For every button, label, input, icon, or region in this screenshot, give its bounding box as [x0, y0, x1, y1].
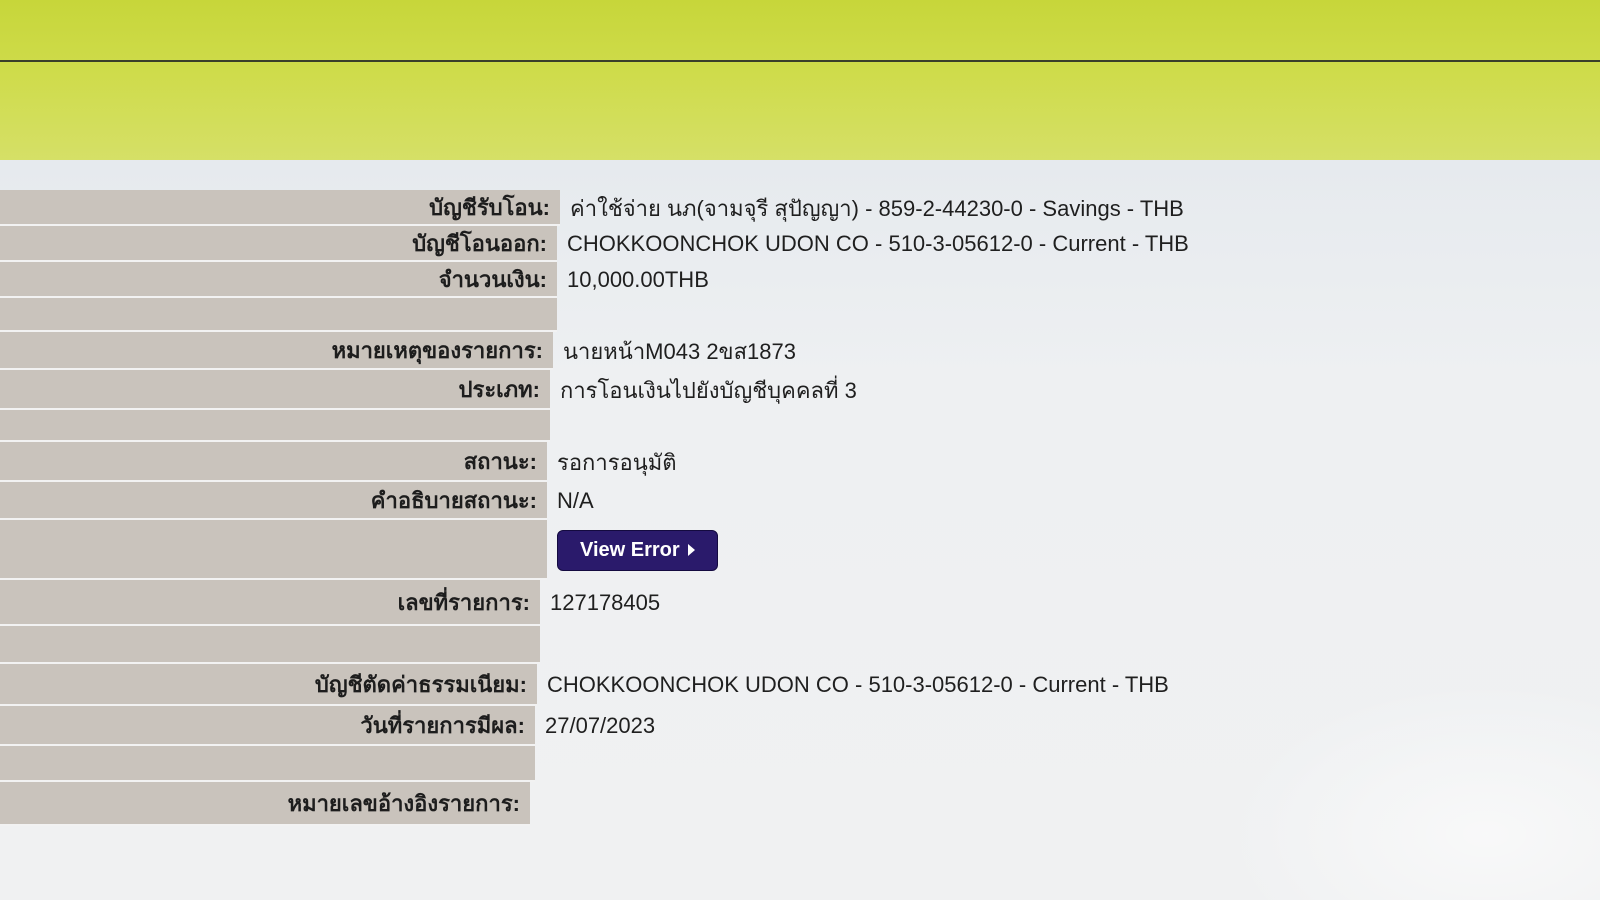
view-error-button-label: View Error: [580, 538, 680, 561]
sending-account-label: บัญชีโอนออก:: [0, 226, 557, 262]
type-value: การโอนเงินไปยังบัญชีบุคคลที่ 3: [560, 377, 857, 403]
note-value: นายหน้าM043 2ขส1873: [563, 338, 796, 364]
transaction-number-value: 127178405: [550, 590, 661, 615]
transaction-detail-table: บัญชีรับโอน: ค่าใช้จ่าย นภ(จามจุรี สุปัญ…: [0, 190, 1600, 826]
row-fee-account: บัญชีตัดค่าธรรมเนียม: CHOKKOONCHOK UDON …: [0, 664, 1600, 706]
view-error-button[interactable]: View Error: [557, 529, 718, 571]
amount-label: จำนวนเงิน:: [0, 262, 557, 298]
status-label: สถานะ:: [0, 442, 547, 482]
note-label: หมายเหตุของรายการ:: [0, 332, 553, 370]
status-description-label: คำอธิบายสถานะ:: [0, 482, 547, 520]
row-status: สถานะ: รอการอนุมัติ: [0, 442, 1600, 482]
row-effective-date: วันที่รายการมีผล: 27/07/2023: [0, 706, 1600, 746]
type-label: ประเภท:: [0, 370, 550, 410]
header-band: [0, 0, 1600, 170]
receiving-account-value: ค่าใช้จ่าย นภ(จามจุรี สุปัญญา) - 859-2-4…: [570, 195, 1184, 221]
fee-account-label: บัญชีตัดค่าธรรมเนียม:: [0, 664, 537, 706]
receiving-account-label: บัญชีรับโอน:: [0, 190, 560, 226]
row-receiving-account: บัญชีรับโอน: ค่าใช้จ่าย นภ(จามจุรี สุปัญ…: [0, 190, 1600, 226]
row-spacer: [0, 626, 1600, 664]
header-divider: [0, 60, 1600, 62]
transaction-number-label: เลขที่รายการ:: [0, 580, 540, 626]
effective-date-value: 27/07/2023: [545, 713, 656, 738]
sending-account-value: CHOKKOONCHOK UDON CO - 510-3-05612-0 - C…: [567, 231, 1189, 256]
caret-right-icon: [687, 544, 695, 556]
status-value: รอการอนุมัติ: [557, 449, 677, 475]
reference-number-value: [530, 782, 1600, 826]
fee-account-value: CHOKKOONCHOK UDON CO - 510-3-05612-0 - C…: [547, 672, 1169, 697]
row-type: ประเภท: การโอนเงินไปยังบัญชีบุคคลที่ 3: [0, 370, 1600, 410]
row-reference-number: หมายเลขอ้างอิงรายการ:: [0, 782, 1600, 826]
row-spacer: [0, 410, 1600, 442]
effective-date-label: วันที่รายการมีผล:: [0, 706, 535, 746]
row-sending-account: บัญชีโอนออก: CHOKKOONCHOK UDON CO - 510-…: [0, 226, 1600, 262]
row-view-error: View Error: [0, 520, 1600, 580]
row-spacer: [0, 298, 1600, 332]
row-note: หมายเหตุของรายการ: นายหน้าM043 2ขส1873: [0, 332, 1600, 370]
status-description-value: N/A: [557, 488, 594, 513]
row-transaction-number: เลขที่รายการ: 127178405: [0, 580, 1600, 626]
content-area: บัญชีรับโอน: ค่าใช้จ่าย นภ(จามจุรี สุปัญ…: [0, 160, 1600, 900]
row-status-description: คำอธิบายสถานะ: N/A: [0, 482, 1600, 520]
reference-number-label: หมายเลขอ้างอิงรายการ:: [0, 782, 530, 826]
row-amount: จำนวนเงิน: 10,000.00THB: [0, 262, 1600, 298]
amount-value: 10,000.00THB: [567, 267, 709, 292]
row-spacer: [0, 746, 1600, 782]
